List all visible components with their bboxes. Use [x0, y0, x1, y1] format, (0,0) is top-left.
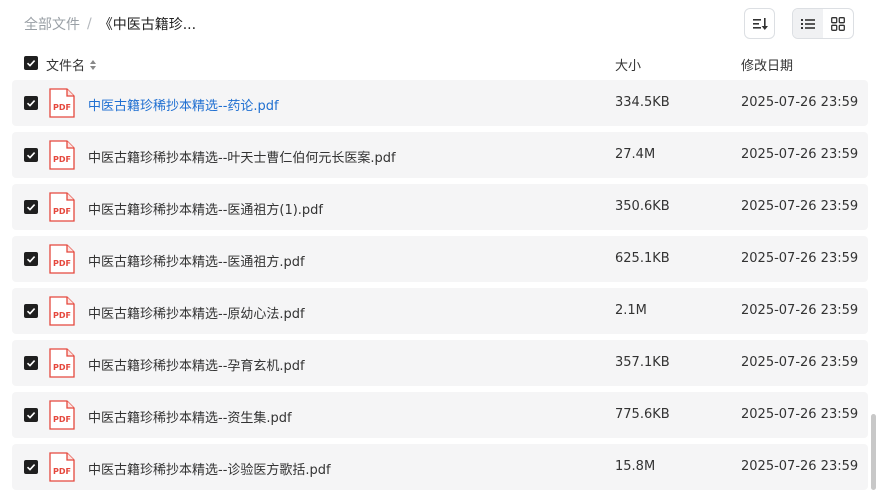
check-icon: [26, 308, 36, 315]
file-row[interactable]: PDF 中医古籍珍稀抄本精选--医通祖方.pdf 625.1KB 2025-07…: [12, 236, 868, 282]
file-row[interactable]: PDF 中医古籍珍稀抄本精选--原幼心法.pdf 2.1M 2025-07-26…: [12, 288, 868, 334]
check-icon: [26, 152, 36, 159]
column-header-date[interactable]: 修改日期: [741, 55, 793, 74]
row-checkbox[interactable]: [24, 460, 38, 474]
file-row[interactable]: PDF 中医古籍珍稀抄本精选--医通祖方(1).pdf 350.6KB 2025…: [12, 184, 868, 230]
pdf-file-icon: PDF: [49, 348, 75, 382]
row-checkbox[interactable]: [24, 304, 38, 318]
svg-text:PDF: PDF: [53, 103, 71, 112]
sort-icon: [752, 17, 768, 30]
file-modified-date: 2025-07-26 23:59: [741, 303, 859, 318]
file-modified-date: 2025-07-26 23:59: [741, 407, 859, 422]
row-checkbox[interactable]: [24, 148, 38, 162]
file-name[interactable]: 中医古籍珍稀抄本精选--原幼心法.pdf: [88, 303, 305, 322]
row-checkbox[interactable]: [24, 200, 38, 214]
pdf-file-icon: PDF: [49, 192, 75, 226]
top-bar: 全部文件 / 《中医古籍珍...: [0, 0, 878, 48]
check-icon: [26, 60, 36, 67]
file-modified-date: 2025-07-26 23:59: [741, 251, 859, 266]
row-checkbox[interactable]: [24, 356, 38, 370]
file-size: 357.1KB: [615, 355, 670, 370]
svg-text:PDF: PDF: [53, 207, 71, 216]
pdf-file-icon: PDF: [49, 296, 75, 330]
pdf-file-icon: PDF: [49, 244, 75, 278]
check-icon: [26, 256, 36, 263]
file-row[interactable]: PDF 中医古籍珍稀抄本精选--药论.pdf 334.5KB 2025-07-2…: [12, 80, 868, 126]
sort-toggle-icon: [90, 59, 97, 70]
file-name[interactable]: 中医古籍珍稀抄本精选--诊验医方歌括.pdf: [88, 459, 331, 478]
pdf-file-icon: PDF: [49, 140, 75, 174]
check-icon: [26, 360, 36, 367]
pdf-file-icon: PDF: [49, 452, 75, 486]
breadcrumb-root-link[interactable]: 全部文件: [24, 14, 80, 34]
file-name[interactable]: 中医古籍珍稀抄本精选--资生集.pdf: [88, 407, 292, 426]
row-checkbox[interactable]: [24, 252, 38, 266]
svg-text:PDF: PDF: [53, 363, 71, 372]
check-icon: [26, 412, 36, 419]
file-modified-date: 2025-07-26 23:59: [741, 355, 859, 370]
svg-text:PDF: PDF: [53, 155, 71, 164]
file-row[interactable]: PDF 中医古籍珍稀抄本精选--资生集.pdf 775.6KB 2025-07-…: [12, 392, 868, 438]
svg-text:PDF: PDF: [53, 467, 71, 476]
column-header-size[interactable]: 大小: [615, 55, 641, 74]
check-icon: [26, 100, 36, 107]
list-view-icon: [801, 18, 815, 29]
list-view-button[interactable]: [793, 9, 823, 38]
file-name[interactable]: 中医古籍珍稀抄本精选--医通祖方.pdf: [88, 251, 305, 270]
file-size: 775.6KB: [615, 407, 670, 422]
svg-text:PDF: PDF: [53, 311, 71, 320]
sort-button[interactable]: [744, 8, 775, 39]
select-all-checkbox[interactable]: [24, 56, 38, 70]
scrollbar-thumb[interactable]: [871, 414, 876, 490]
file-row[interactable]: PDF 中医古籍珍稀抄本精选--孕育玄机.pdf 357.1KB 2025-07…: [12, 340, 868, 386]
file-list-header: 文件名 大小 修改日期: [12, 50, 868, 78]
svg-text:PDF: PDF: [53, 415, 71, 424]
file-modified-date: 2025-07-26 23:59: [741, 459, 859, 474]
file-modified-date: 2025-07-26 23:59: [741, 147, 859, 162]
breadcrumb-separator: /: [87, 16, 92, 32]
file-size: 2.1M: [615, 303, 647, 318]
file-row[interactable]: PDF 中医古籍珍稀抄本精选--叶天士曹仁伯何元长医案.pdf 27.4M 20…: [12, 132, 868, 178]
check-icon: [26, 204, 36, 211]
pdf-file-icon: PDF: [49, 88, 75, 122]
breadcrumb: 全部文件 / 《中医古籍珍...: [24, 14, 196, 34]
column-header-name-label: 文件名: [46, 59, 86, 74]
breadcrumb-current-folder: 《中医古籍珍...: [98, 17, 197, 33]
file-name[interactable]: 中医古籍珍稀抄本精选--药论.pdf: [88, 95, 279, 114]
grid-view-button[interactable]: [823, 9, 853, 38]
pdf-file-icon: PDF: [49, 400, 75, 434]
view-toggle: [792, 8, 854, 39]
file-size: 334.5KB: [615, 95, 670, 110]
file-modified-date: 2025-07-26 23:59: [741, 95, 859, 110]
file-size: 27.4M: [615, 147, 656, 162]
file-name[interactable]: 中医古籍珍稀抄本精选--叶天士曹仁伯何元长医案.pdf: [88, 147, 396, 166]
file-list: PDF 中医古籍珍稀抄本精选--药论.pdf 334.5KB 2025-07-2…: [12, 80, 868, 495]
column-header-name[interactable]: 文件名: [46, 55, 97, 74]
file-size: 625.1KB: [615, 251, 670, 266]
check-icon: [26, 464, 36, 471]
file-row[interactable]: PDF 中医古籍珍稀抄本精选--诊验医方歌括.pdf 15.8M 2025-07…: [12, 444, 868, 490]
row-checkbox[interactable]: [24, 408, 38, 422]
file-size: 15.8M: [615, 459, 656, 474]
row-checkbox[interactable]: [24, 96, 38, 110]
svg-text:PDF: PDF: [53, 259, 71, 268]
file-size: 350.6KB: [615, 199, 670, 214]
file-name[interactable]: 中医古籍珍稀抄本精选--孕育玄机.pdf: [88, 355, 305, 374]
file-modified-date: 2025-07-26 23:59: [741, 199, 859, 214]
file-name[interactable]: 中医古籍珍稀抄本精选--医通祖方(1).pdf: [88, 199, 323, 218]
grid-view-icon: [831, 16, 845, 31]
